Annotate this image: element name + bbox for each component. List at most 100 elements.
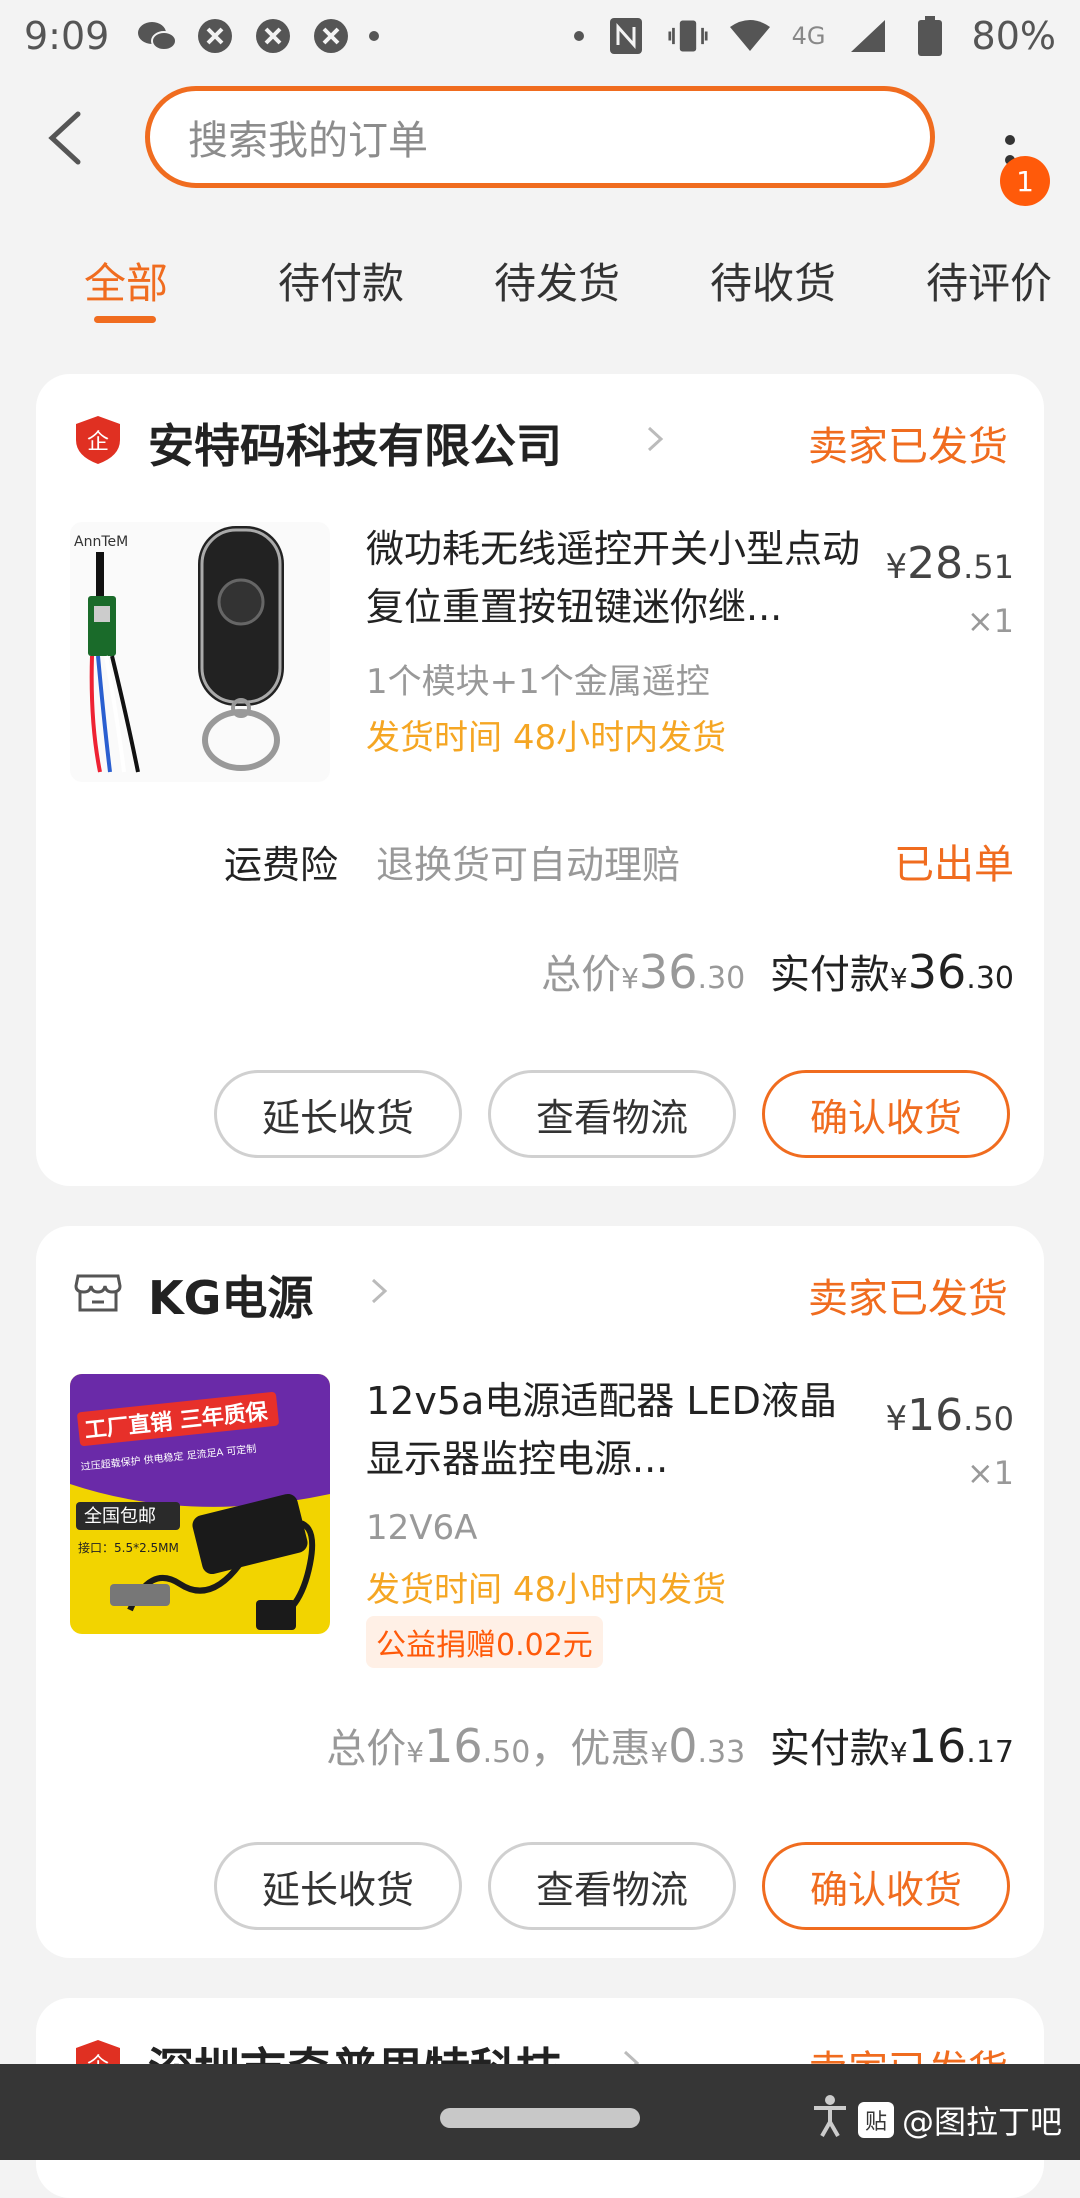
discount-integer: 0 — [668, 1719, 698, 1773]
image-badge: 全国包邮 — [84, 1506, 156, 1527]
search-placeholder: 搜索我的订单 — [188, 118, 428, 164]
currency-symbol: ¥ — [621, 962, 639, 995]
watermark-text: @图拉丁吧 — [901, 2103, 1062, 2141]
wifi-icon — [729, 16, 770, 56]
image-brand: AnnTeM — [74, 534, 128, 550]
total-label: 总价 — [326, 1726, 407, 1772]
shop-header[interactable]: KG电源 卖家已发货 — [36, 1226, 1044, 1356]
enterprise-shield-icon: 企 — [72, 414, 124, 466]
currency-symbol: ¥ — [650, 1736, 669, 1769]
product-image[interactable]: 工厂直销 三年质保 过压超载保护 供电稳定 足流足A 可定制 全国包邮 接口：5… — [70, 1374, 330, 1634]
shipping-time: 发货时间 48小时内发货 — [366, 1562, 726, 1611]
svg-text:企: 企 — [87, 430, 109, 455]
wechat-icon — [137, 16, 178, 56]
paid-integer: 16 — [907, 1719, 967, 1773]
shipping-time-value: 48小时内发货 — [512, 718, 727, 758]
shop-name[interactable]: KG电源 — [148, 1262, 313, 1328]
tieba-logo-icon: 贴 — [857, 2102, 894, 2138]
notification-icons — [137, 16, 380, 56]
currency-symbol: ¥ — [406, 1736, 425, 1769]
back-button[interactable] — [40, 108, 100, 168]
order-status: 卖家已发货 — [808, 1276, 1008, 1322]
shop-header[interactable]: 企 安特码科技有限公司 卖家已发货 — [36, 374, 1044, 504]
view-logistics-button[interactable]: 查看物流 — [488, 1070, 736, 1158]
insurance-status: 已出单 — [894, 842, 1014, 888]
system-navigation-bar: 贴 @图拉丁吧 — [0, 2064, 1080, 2160]
product-title[interactable]: 微功耗无线遥控开关小型点动复位重置按钮键迷你继... — [366, 520, 866, 636]
price-decimal: .51 — [963, 548, 1014, 586]
insurance-label: 运费险 — [224, 843, 339, 887]
more-notifications-dot — [369, 31, 380, 41]
search-input[interactable]: 搜索我的订单 — [145, 86, 935, 188]
app-notification-icon — [311, 16, 351, 56]
product-image[interactable]: AnnTeM — [70, 522, 330, 782]
paid-integer: 36 — [907, 945, 967, 999]
app-notification-icon — [253, 16, 293, 56]
tab-pending-payment[interactable]: 待付款 — [278, 250, 404, 311]
currency-symbol: ¥ — [889, 1736, 908, 1769]
product-spec: 12V6A — [366, 1508, 478, 1548]
home-gesture-handle[interactable] — [440, 2108, 640, 2128]
battery-icon — [910, 16, 950, 56]
price-decimal: .50 — [963, 1400, 1014, 1438]
active-tab-indicator — [94, 316, 156, 323]
shop-name[interactable]: 安特码科技有限公司 — [148, 410, 562, 476]
order-status: 卖家已发货 — [808, 424, 1008, 470]
store-icon — [72, 1266, 124, 1318]
battery-level: 80% — [971, 14, 1056, 58]
message-badge: 1 — [1000, 156, 1050, 206]
paid-label: 实付款 — [769, 1726, 890, 1772]
total-integer: 16 — [424, 1719, 483, 1773]
product-spec: 1个模块+1个金属遥控 — [366, 662, 710, 702]
view-logistics-button[interactable]: 查看物流 — [488, 1842, 736, 1930]
product-quantity: ×1 — [966, 1454, 1014, 1492]
currency-symbol: ¥ — [885, 1399, 908, 1439]
nfc-icon — [606, 16, 646, 56]
confirm-receipt-button[interactable]: 确认收货 — [762, 1842, 1010, 1930]
currency-symbol: ¥ — [885, 547, 908, 587]
app-notification-icon — [195, 16, 235, 56]
total-decimal: .50 — [482, 1735, 531, 1770]
total-integer: 36 — [638, 945, 698, 999]
product-price: ¥16.50 — [885, 1390, 1014, 1441]
tab-pending-review[interactable]: 待评价 — [926, 250, 1052, 311]
charity-donation-tag: 公益捐赠0.02元 — [366, 1616, 603, 1668]
back-arrow-icon — [48, 111, 81, 165]
confirm-receipt-button[interactable]: 确认收货 — [762, 1070, 1010, 1158]
paid-label: 实付款 — [769, 952, 890, 998]
price-integer: 28 — [907, 538, 964, 589]
vibrate-icon — [668, 16, 708, 56]
product-title[interactable]: 12v5a电源适配器 LED液晶显示器监控电源... — [366, 1372, 866, 1488]
status-time: 9:09 — [24, 14, 110, 58]
paid-decimal: .17 — [966, 1735, 1014, 1770]
order-card: 企 安特码科技有限公司 卖家已发货 AnnTeM 微功耗无线遥控开关小型点动复位… — [36, 374, 1044, 1186]
status-bar: 9:09 4G 80% — [0, 0, 1080, 72]
chevron-right-icon — [640, 424, 670, 454]
image-spec: 接口：5.5*2.5MM — [78, 1540, 179, 1555]
tab-all[interactable]: 全部 — [84, 250, 168, 311]
total-decimal: .30 — [697, 961, 746, 996]
currency-symbol: ¥ — [889, 962, 908, 995]
paid-decimal: .30 — [966, 961, 1014, 996]
insurance-description: 退换货可自动理赔 — [376, 843, 681, 887]
tab-pending-receipt[interactable]: 待收货 — [710, 250, 836, 311]
extend-receipt-button[interactable]: 延长收货 — [214, 1842, 462, 1930]
order-tabs: 全部 待付款 待发货 待收货 待评价 — [0, 240, 1080, 330]
more-dot — [1005, 135, 1015, 145]
product-quantity: ×1 — [966, 602, 1014, 640]
total-label: 总价 — [541, 952, 622, 998]
dot-icon — [573, 31, 584, 41]
accessibility-icon — [810, 2094, 850, 2146]
shipping-time-label: 发货时间 — [366, 718, 502, 758]
shipping-time-value: 48小时内发货 — [512, 1570, 727, 1610]
tab-pending-shipment[interactable]: 待发货 — [494, 250, 620, 311]
price-integer: 16 — [907, 1390, 964, 1441]
signal-icon — [848, 16, 888, 56]
discount-label: ，优惠 — [530, 1726, 651, 1772]
shipping-time: 发货时间 48小时内发货 — [366, 710, 726, 759]
system-icons: 4G 80% — [573, 14, 1056, 58]
discount-decimal: .33 — [697, 1735, 746, 1770]
network-type: 4G — [791, 22, 826, 50]
extend-receipt-button[interactable]: 延长收货 — [214, 1070, 462, 1158]
chevron-right-icon — [364, 1276, 394, 1306]
